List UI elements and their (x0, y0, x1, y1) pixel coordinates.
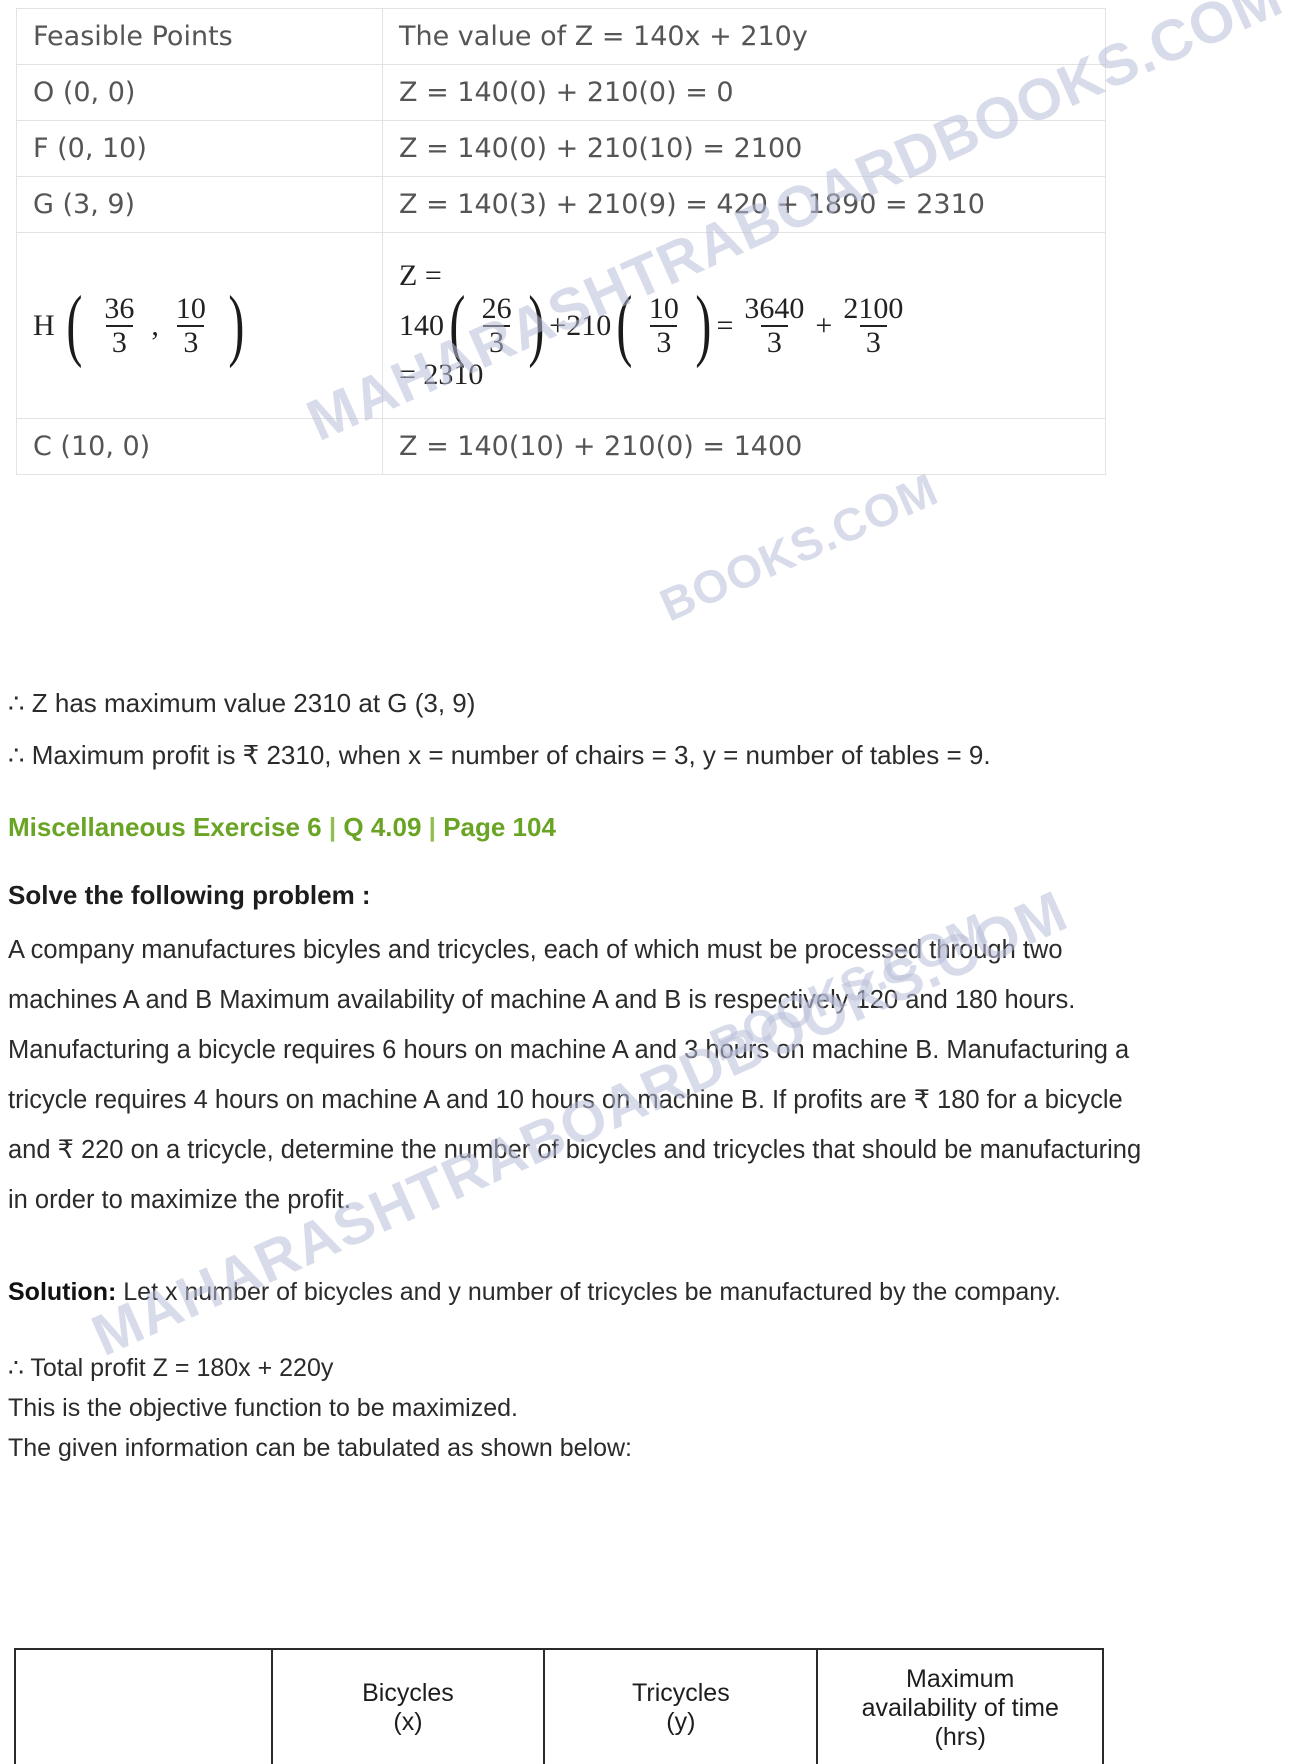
solution-label: Solution: (8, 1278, 117, 1306)
info-header-blank (14, 1648, 273, 1764)
feasible-point-h: H ( 36 3 , 10 3 ) (16, 232, 383, 419)
conclusion-line-1: ∴ Z has maximum value 2310 at G (3, 9) (8, 688, 476, 718)
exercise-name: Miscellaneous Exercise 6 (8, 812, 322, 842)
z-value-h-line2: 140 ( 26 3 ) + 210 ( 10 3 ) = 3640 3 + 2… (399, 281, 1089, 370)
feasible-point-c: C (10, 0) (16, 418, 383, 475)
right-paren-icon: ) (228, 281, 245, 370)
left-paren-icon: ( (449, 281, 466, 370)
solution-line-3: This is the objective function to be max… (8, 1394, 518, 1422)
left-paren-icon: ( (616, 281, 633, 370)
table-row: F (0, 10) Z = 140(0) + 210(10) = 2100 (16, 120, 1106, 177)
fraction-10-3: 10 3 (175, 292, 206, 359)
z-value-g: Z = 140(3) + 210(9) = 420 + 1890 = 2310 (382, 176, 1106, 233)
table-header-row: Feasible Points The value of Z = 140x + … (16, 8, 1106, 65)
coefficient-140: 140 (399, 308, 444, 342)
right-paren-icon: ) (695, 281, 712, 370)
right-paren-icon: ) (527, 281, 544, 370)
info-header-tricycles-main: Tricycles (632, 1679, 730, 1707)
feasible-point-o: O (0, 0) (16, 64, 383, 121)
equals-operator: = (716, 308, 734, 342)
solution-text-1: Let x number of bicycles and y number of… (116, 1278, 1061, 1306)
header-feasible-points: Feasible Points (16, 8, 383, 65)
solution-line-4: The given information can be tabulated a… (8, 1434, 632, 1462)
watermark-3: BOOKS.COM (652, 462, 946, 632)
info-header-tricycles: Tricycles (y) (543, 1648, 819, 1764)
comma: , (151, 308, 159, 342)
z-value-h-line1: Z = (399, 259, 442, 292)
z-value-o: Z = 140(0) + 210(0) = 0 (382, 64, 1106, 121)
feasible-point-f: F (0, 10) (16, 120, 383, 177)
solution-block: Solution: Let x number of bicycles and y… (8, 1272, 1168, 1312)
fraction-2100-3: 2100 3 (843, 292, 904, 359)
z-value-f: Z = 140(0) + 210(10) = 2100 (382, 120, 1106, 177)
table-row: H ( 36 3 , 10 3 ) Z = 140 (26 3) + 210… (16, 232, 1106, 419)
point-h-expression: H ( 36 3 , 10 3 ) (33, 281, 366, 370)
feasible-points-table: Feasible Points The value of Z = 140x + … (16, 8, 1106, 475)
solve-heading: Solve the following problem : (8, 880, 371, 910)
table-row: C (10, 0) Z = 140(10) + 210(0) = 1400 (16, 418, 1106, 475)
document-page: MAHARASHTRABOARDBOOKS.COM MAHARASHTRABOA… (0, 0, 1294, 1764)
info-header-bicycles: Bicycles (x) (270, 1648, 546, 1764)
info-header-bicycles-sub: (x) (393, 1708, 423, 1736)
plus-operator-2: + (815, 308, 833, 342)
exercise-heading: Miscellaneous Exercise 6 | Q 4.09 | Page… (8, 812, 556, 843)
fraction-36-3: 36 3 (104, 292, 135, 359)
info-table-header-row: Bicycles (x) Tricycles (y) Maximum avail… (14, 1648, 1104, 1764)
fraction-3640-3: 3640 3 (744, 292, 805, 359)
table-row: O (0, 0) Z = 140(0) + 210(0) = 0 (16, 64, 1106, 121)
z-value-h-line3: = 2310 (399, 358, 484, 391)
table-row: G (3, 9) Z = 140(3) + 210(9) = 420 + 189… (16, 176, 1106, 233)
coefficient-210: 210 (566, 308, 612, 342)
info-header-tricycles-sub: (y) (666, 1708, 696, 1736)
question-text: A company manufactures bicyles and tricy… (8, 936, 1142, 1214)
z-value-h: Z = 140 ( 26 3 ) + 210 ( 10 3) = 3640 3… (382, 232, 1106, 419)
info-header-max-sub: availability of time (861, 1693, 1059, 1722)
solution-line-2: ∴ Total profit Z = 180x + 220y (8, 1354, 334, 1382)
solution-line-1: Solution: Let x number of bicycles and y… (8, 1272, 1168, 1312)
z-value-c: Z = 140(10) + 210(0) = 1400 (382, 418, 1106, 475)
separator-1: | (328, 812, 337, 842)
feasible-point-g: G (3, 9) (16, 176, 383, 233)
conclusion-line-2: ∴ Maximum profit is ₹ 2310, when x = num… (8, 740, 991, 770)
information-table: Bicycles (x) Tricycles (y) Maximum avail… (14, 1648, 1104, 1764)
left-paren-icon: ( (66, 281, 82, 370)
info-header-max-sub2: (hrs) (934, 1722, 986, 1751)
separator-2: | (428, 812, 436, 842)
page-number: Page 104 (443, 812, 556, 842)
info-header-max-availability: Maximum availability of time (hrs) (816, 1648, 1104, 1764)
fraction-26-3: 26 3 (481, 292, 512, 359)
point-h-label: H (33, 308, 55, 342)
fraction-10-3: 10 3 (648, 292, 679, 359)
plus-operator: + (549, 308, 567, 342)
header-z-value: The value of Z = 140x + 210y (382, 8, 1106, 65)
info-header-bicycles-main: Bicycles (362, 1679, 454, 1707)
info-header-max-main: Maximum (906, 1664, 1015, 1693)
question-number: Q 4.09 (343, 812, 422, 842)
